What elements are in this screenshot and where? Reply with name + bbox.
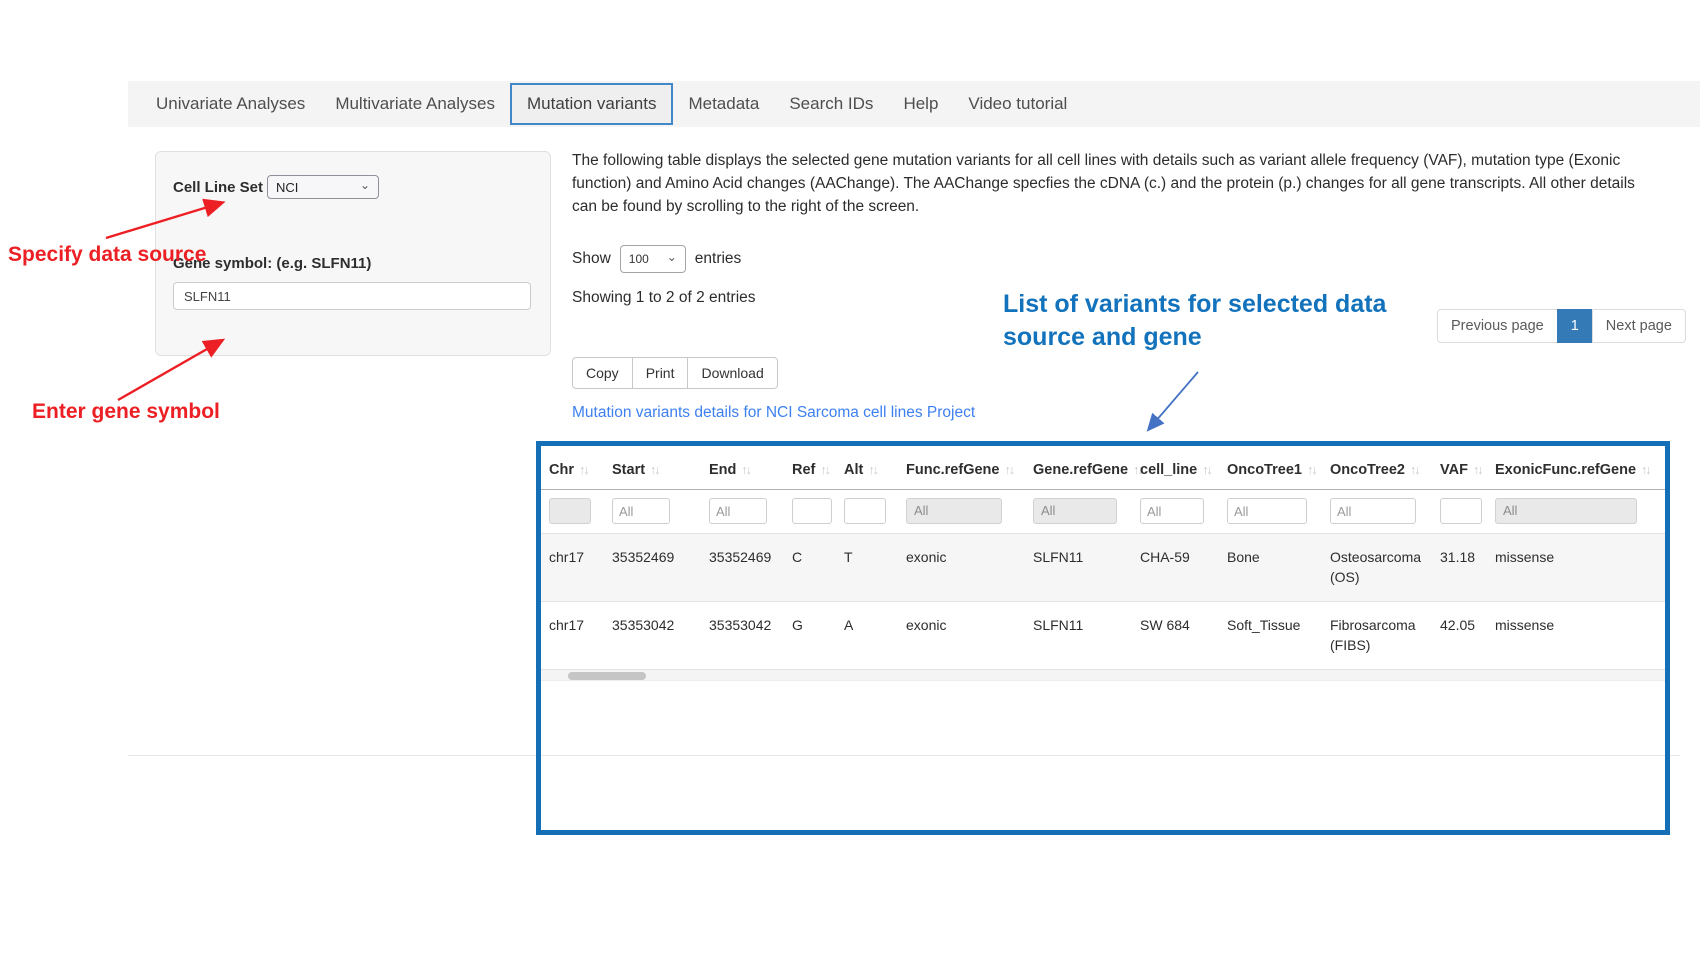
page-length-select[interactable]: 100 ⌄ <box>620 245 686 273</box>
sort-icon: ↑↓ <box>1202 463 1211 477</box>
column-header-exonicfunc-refgene[interactable]: ExonicFunc.refGene↑↓ <box>1487 446 1665 490</box>
filter-select-chr[interactable] <box>549 498 591 524</box>
page-length-value: 100 <box>629 252 649 266</box>
sort-icon: ↑↓ <box>868 463 877 477</box>
download-button[interactable]: Download <box>687 357 777 389</box>
gene-symbol-label: Gene symbol: (e.g. SLFN11) <box>173 255 533 272</box>
show-entries-control: Show 100 ⌄ entries <box>572 245 741 273</box>
sort-icon: ↑↓ <box>1004 463 1013 477</box>
tab-metadata[interactable]: Metadata <box>673 85 774 123</box>
filter-select-exonicfunc-refgene[interactable]: All <box>1495 498 1637 524</box>
filter-select-func-refgene[interactable]: All <box>906 498 1002 524</box>
column-header-func-refgene[interactable]: Func.refGene↑↓ <box>898 446 1025 490</box>
cell-line-set-value: NCI <box>276 180 298 195</box>
filter-select-gene-refgene[interactable]: All <box>1033 498 1117 524</box>
column-header-end[interactable]: End↑↓ <box>701 446 784 490</box>
pagination: Previous page 1 Next page <box>1437 309 1686 343</box>
filter-input-cell-line[interactable] <box>1140 498 1204 524</box>
cell-line-set-select[interactable]: NCI ⌄ <box>267 175 379 199</box>
table-header-row: Chr↑↓ Start↑↓ End↑↓ Ref↑↓ Alt↑↓ Func.ref… <box>541 446 1665 490</box>
filter-input-ref[interactable] <box>792 498 832 524</box>
horizontal-scrollbar[interactable] <box>541 669 1665 681</box>
sort-icon: ↑↓ <box>1410 463 1419 477</box>
previous-page-button[interactable]: Previous page <box>1437 309 1558 343</box>
filter-input-vaf[interactable] <box>1440 498 1482 524</box>
column-header-cell-line[interactable]: cell_line↑↓ <box>1132 446 1219 490</box>
scrollbar-thumb[interactable] <box>568 672 646 680</box>
filter-input-alt[interactable] <box>844 498 886 524</box>
next-page-button[interactable]: Next page <box>1592 309 1686 343</box>
tab-univariate-analyses[interactable]: Univariate Analyses <box>141 85 320 123</box>
filter-input-end[interactable] <box>709 498 767 524</box>
tab-video-tutorial[interactable]: Video tutorial <box>953 85 1082 123</box>
arrow-list-of-variants <box>1149 372 1198 429</box>
table-row[interactable]: chr17 35352469 35352469 C T exonic SLFN1… <box>541 534 1665 602</box>
sort-icon: ↑↓ <box>650 463 659 477</box>
entries-label: entries <box>695 250 742 268</box>
annotation-specify-data-source: Specify data source <box>8 243 206 267</box>
column-header-oncotree2[interactable]: OncoTree2↑↓ <box>1322 446 1432 490</box>
tab-help[interactable]: Help <box>888 85 953 123</box>
variants-table: Chr↑↓ Start↑↓ End↑↓ Ref↑↓ Alt↑↓ Func.ref… <box>541 446 1665 669</box>
tab-search-ids[interactable]: Search IDs <box>774 85 888 123</box>
column-header-vaf[interactable]: VAF↑↓ <box>1432 446 1487 490</box>
sort-icon: ↑↓ <box>1307 463 1316 477</box>
chevron-down-icon: ⌄ <box>360 179 370 191</box>
annotation-enter-gene-symbol: Enter gene symbol <box>32 400 220 424</box>
chevron-down-icon: ⌄ <box>667 251 677 263</box>
sort-icon: ↑↓ <box>1641 463 1650 477</box>
table-description-text: The following table displays the selecte… <box>572 150 1652 219</box>
tab-mutation-variants[interactable]: Mutation variants <box>510 83 673 125</box>
sort-icon: ↑↓ <box>820 463 829 477</box>
column-header-alt[interactable]: Alt↑↓ <box>836 446 898 490</box>
table-filter-row: All All All <box>541 490 1665 534</box>
cell-line-set-label: Cell Line Set <box>173 179 263 196</box>
controls-panel: Cell Line Set NCI ⌄ Gene symbol: (e.g. S… <box>155 151 551 356</box>
page-1-button[interactable]: 1 <box>1557 309 1593 343</box>
column-header-gene-refgene[interactable]: Gene.refGene↑↓ <box>1025 446 1132 490</box>
copy-button[interactable]: Copy <box>572 357 633 389</box>
sort-icon: ↑↓ <box>741 463 750 477</box>
sort-icon: ↑↓ <box>1473 463 1482 477</box>
gene-symbol-input[interactable] <box>173 282 531 310</box>
filter-input-start[interactable] <box>612 498 670 524</box>
filter-input-oncotree2[interactable] <box>1330 498 1416 524</box>
column-header-start[interactable]: Start↑↓ <box>604 446 701 490</box>
column-header-chr[interactable]: Chr↑↓ <box>541 446 604 490</box>
export-button-group: Copy Print Download <box>572 357 778 389</box>
tab-multivariate-analyses[interactable]: Multivariate Analyses <box>320 85 510 123</box>
sort-icon: ↑↓ <box>579 463 588 477</box>
table-row[interactable]: chr17 35353042 35353042 G A exonic SLFN1… <box>541 602 1665 670</box>
mutation-variants-details-link[interactable]: Mutation variants details for NCI Sarcom… <box>572 404 975 422</box>
variants-table-container: Chr↑↓ Start↑↓ End↑↓ Ref↑↓ Alt↑↓ Func.ref… <box>536 441 1670 835</box>
filter-input-oncotree1[interactable] <box>1227 498 1307 524</box>
column-header-oncotree1[interactable]: OncoTree1↑↓ <box>1219 446 1322 490</box>
print-button[interactable]: Print <box>632 357 689 389</box>
showing-entries-status: Showing 1 to 2 of 2 entries <box>572 289 756 307</box>
annotation-list-of-variants: List of variants for selected data sourc… <box>1003 288 1386 355</box>
main-navbar: Univariate Analyses Multivariate Analyse… <box>128 81 1700 127</box>
column-header-ref[interactable]: Ref↑↓ <box>784 446 836 490</box>
show-label: Show <box>572 250 611 268</box>
